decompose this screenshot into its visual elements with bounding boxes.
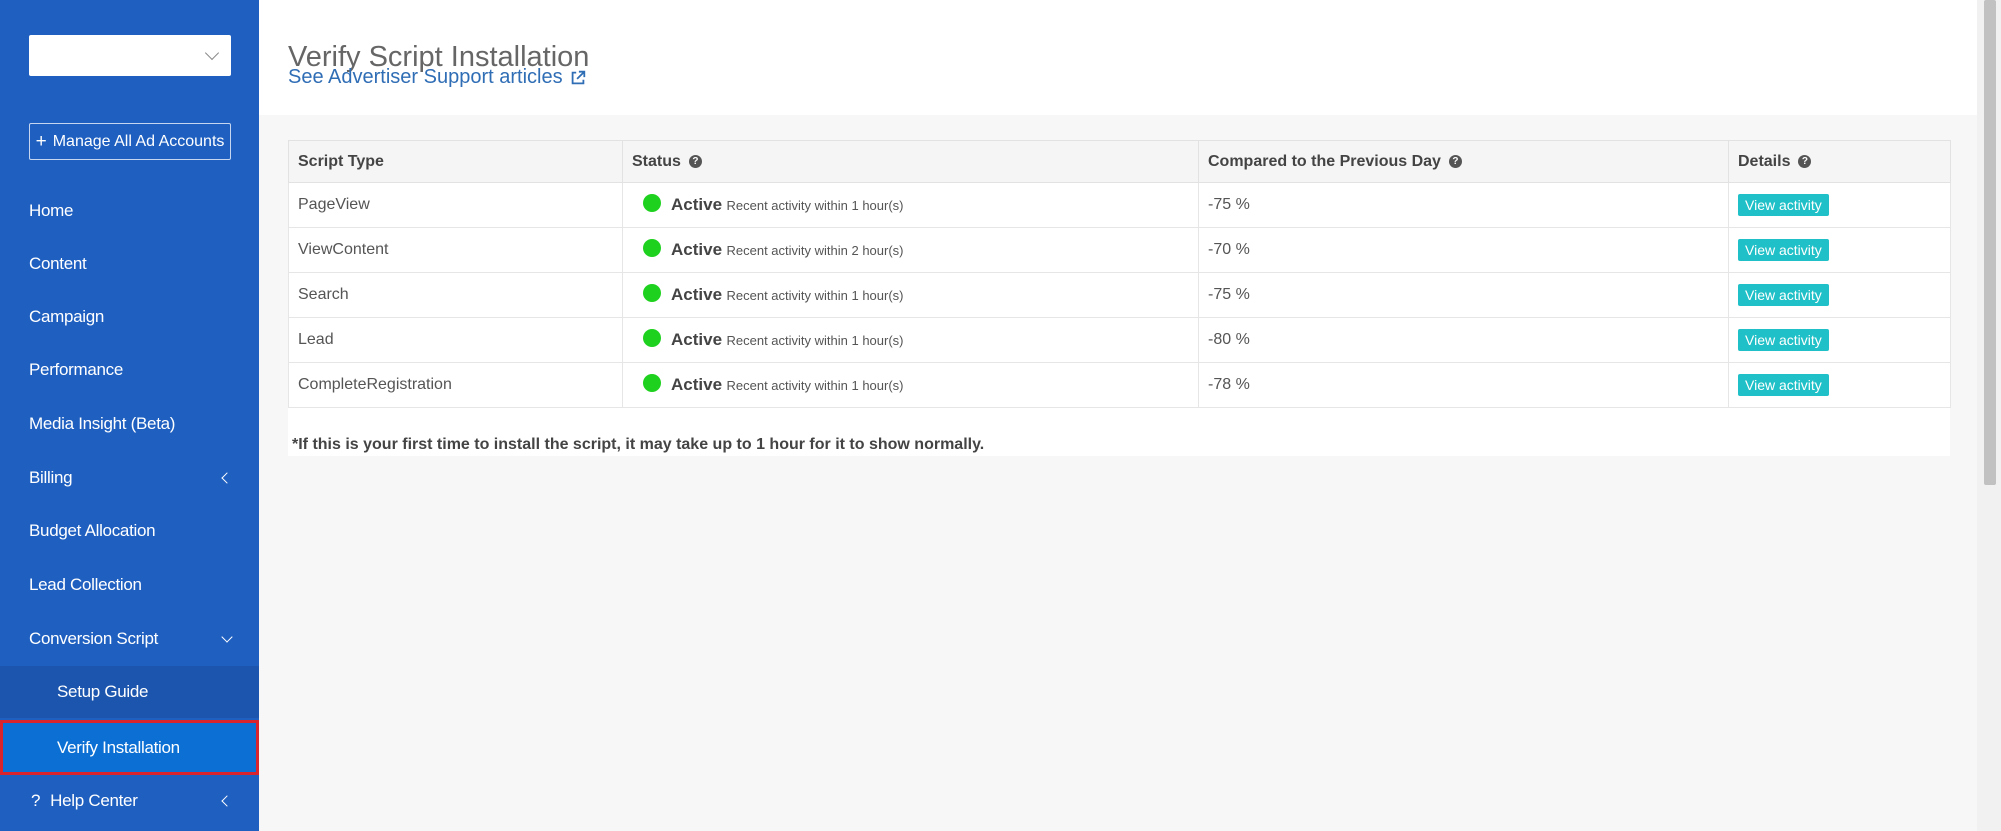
view-activity-button[interactable]: View activity: [1738, 329, 1829, 351]
sidebar-item-label: Verify Installation: [57, 737, 180, 757]
sidebar-item-home[interactable]: Home: [0, 185, 259, 237]
question-icon: ?: [31, 791, 41, 810]
sidebar-item-label: Performance: [29, 360, 124, 379]
status-label: Active: [671, 330, 723, 349]
status-label: Active: [671, 195, 723, 214]
install-footnote: *If this is your first time to install t…: [292, 436, 985, 453]
status-note: Recent activity within 1 hour(s): [726, 378, 904, 393]
sidebar-item-label: Setup Guide: [57, 682, 149, 701]
table-row: ViewContent Active Recent activity withi…: [288, 227, 1951, 273]
chevron-left-icon: [221, 795, 233, 807]
status-dot-icon: [643, 283, 661, 302]
sidebar-item-conversion-script[interactable]: Conversion Script: [0, 613, 259, 665]
scrollbar-track[interactable]: [1977, 0, 2001, 831]
table-header-row: Script Type Status? Compared to the Prev…: [288, 140, 1951, 183]
status-cell: Active Recent activity within 1 hour(s): [622, 182, 1199, 228]
status-dot-icon: [643, 373, 661, 392]
change-cell: -80 %: [1198, 317, 1729, 363]
external-link-icon: [571, 70, 585, 84]
status-label: Active: [671, 240, 723, 259]
manage-accounts-label: Manage All Ad Accounts: [52, 132, 225, 150]
chevron-left-icon: [221, 472, 233, 484]
change-cell: -75 %: [1198, 272, 1729, 318]
column-header-script-type: Script Type: [288, 140, 623, 183]
chevron-down-icon: [221, 631, 233, 644]
scrollbar-thumb[interactable]: [1984, 0, 1996, 485]
sidebar-item-campaign[interactable]: Campaign: [0, 291, 259, 343]
sidebar-item-label: Home: [29, 201, 74, 220]
script-type-cell: Lead: [288, 317, 623, 363]
page-header: Verify Script Installation See Advertise…: [259, 0, 1977, 115]
sidebar-item-label: Campaign: [29, 307, 105, 326]
status-note: Recent activity within 1 hour(s): [726, 288, 904, 303]
column-header-status: Status?: [622, 140, 1199, 183]
column-header-compared: Compared to the Previous Day?: [1198, 140, 1729, 183]
view-activity-button[interactable]: View activity: [1738, 374, 1829, 396]
sidebar-item-lead-collection[interactable]: Lead Collection: [0, 559, 259, 611]
status-label: Active: [671, 375, 723, 394]
change-cell: -70 %: [1198, 227, 1729, 273]
view-activity-button[interactable]: View activity: [1738, 239, 1829, 261]
details-cell: View activity: [1728, 182, 1951, 228]
script-status-table: Script Type Status? Compared to the Prev…: [288, 140, 1951, 408]
details-cell: View activity: [1728, 272, 1951, 318]
status-dot-icon: [643, 193, 661, 212]
account-selector[interactable]: [29, 35, 231, 76]
view-activity-button[interactable]: View activity: [1738, 284, 1829, 306]
status-dot-icon: [643, 328, 661, 347]
support-link-label: See Advertiser Support articles: [288, 66, 563, 88]
question-circle-icon[interactable]: ?: [688, 154, 702, 168]
status-dot-icon: [643, 238, 661, 257]
plus-icon: +: [35, 131, 47, 152]
question-circle-icon[interactable]: ?: [1798, 154, 1812, 168]
status-note: Recent activity within 1 hour(s): [726, 333, 904, 348]
status-note: Recent activity within 1 hour(s): [726, 198, 904, 213]
sidebar-item-label: Conversion Script: [29, 629, 159, 648]
script-type-cell: ViewContent: [288, 227, 623, 273]
sidebar-item-label: Lead Collection: [29, 575, 142, 594]
details-cell: View activity: [1728, 227, 1951, 273]
question-circle-icon[interactable]: ?: [1448, 154, 1462, 168]
view-activity-button[interactable]: View activity: [1738, 194, 1829, 216]
advertiser-support-link[interactable]: See Advertiser Support articles: [288, 66, 587, 89]
sidebar-item-media-insight[interactable]: Media Insight (Beta): [0, 398, 259, 450]
sidebar-item-setup-guide[interactable]: Setup Guide: [0, 666, 259, 718]
table-row: Lead Active Recent activity within 1 hou…: [288, 317, 1951, 363]
change-cell: -78 %: [1198, 362, 1729, 408]
sidebar-item-performance[interactable]: Performance: [0, 344, 259, 396]
sidebar-item-help-center[interactable]: ? Help Center: [0, 775, 259, 827]
details-cell: View activity: [1728, 317, 1951, 363]
sidebar: + Manage All Ad Accounts Home Content Ca…: [0, 0, 259, 831]
table-row: Search Active Recent activity within 1 h…: [288, 272, 1951, 318]
details-cell: View activity: [1728, 362, 1951, 408]
script-type-cell: Search: [288, 272, 623, 318]
sidebar-item-label: Billing: [29, 468, 73, 487]
sidebar-item-label: Media Insight (Beta): [29, 414, 176, 433]
status-label: Active: [671, 285, 723, 304]
script-type-cell: CompleteRegistration: [288, 362, 623, 408]
script-status-card: Script Type Status? Compared to the Prev…: [288, 140, 1951, 456]
script-type-cell: PageView: [288, 182, 623, 228]
manage-all-ad-accounts-button[interactable]: + Manage All Ad Accounts: [29, 123, 231, 160]
status-cell: Active Recent activity within 1 hour(s): [622, 317, 1199, 363]
table-row: CompleteRegistration Active Recent activ…: [288, 362, 1951, 408]
column-header-details: Details?: [1728, 140, 1951, 183]
status-note: Recent activity within 2 hour(s): [726, 243, 904, 258]
change-cell: -75 %: [1198, 182, 1729, 228]
sidebar-item-label: Budget Allocation: [29, 521, 156, 540]
sidebar-item-label: Help Center: [50, 791, 138, 810]
sidebar-item-budget-allocation[interactable]: Budget Allocation: [0, 505, 259, 557]
status-cell: Active Recent activity within 1 hour(s): [622, 272, 1199, 318]
sidebar-item-label: Content: [29, 254, 87, 273]
chevron-down-icon: [204, 45, 220, 61]
status-cell: Active Recent activity within 1 hour(s): [622, 362, 1199, 408]
sidebar-item-billing[interactable]: Billing: [0, 452, 259, 504]
sidebar-item-verify-installation[interactable]: Verify Installation: [0, 720, 259, 775]
table-row: PageView Active Recent activity within 1…: [288, 182, 1951, 228]
sidebar-item-content[interactable]: Content: [0, 238, 259, 290]
status-cell: Active Recent activity within 2 hour(s): [622, 227, 1199, 273]
